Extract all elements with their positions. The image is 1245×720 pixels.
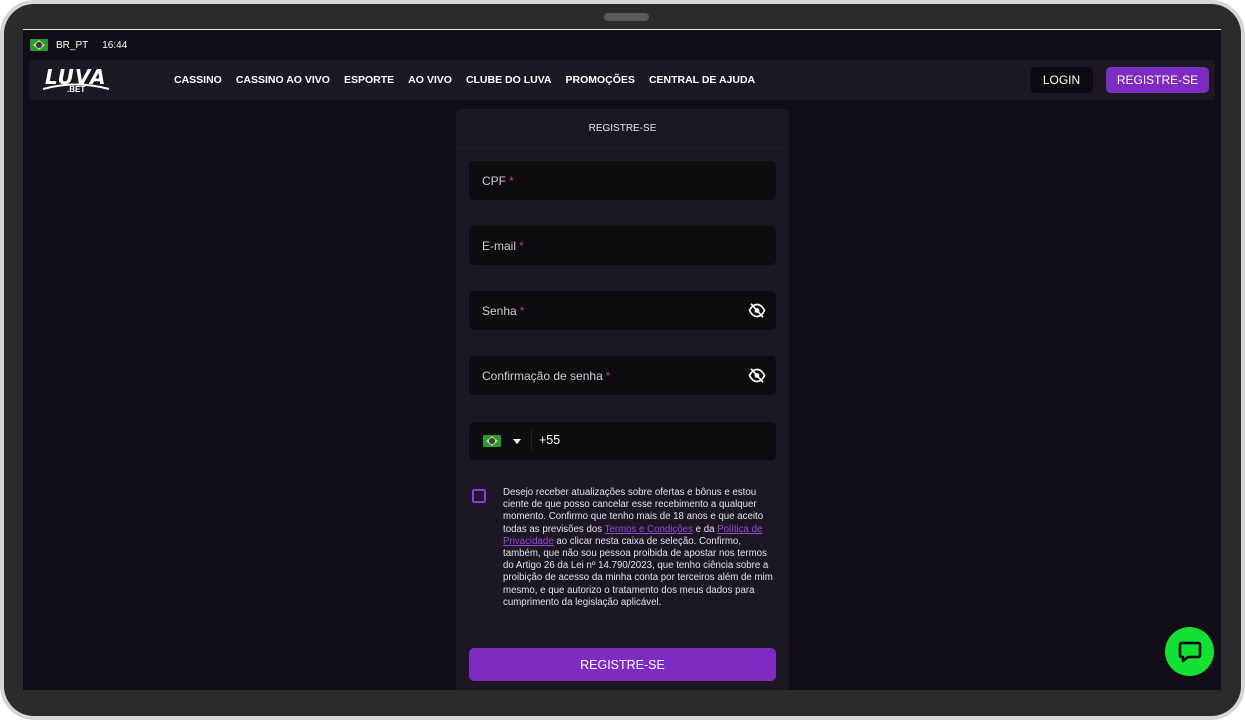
nav-link-central-de-ajuda[interactable]: CENTRAL DE AJUDA (649, 74, 755, 86)
chevron-down-icon[interactable] (513, 439, 521, 444)
consent-checkbox[interactable] (472, 489, 486, 503)
login-button[interactable]: LOGIN (1030, 67, 1093, 93)
chat-bubble-icon (1178, 641, 1201, 662)
nav-link-esporte[interactable]: ESPORTE (344, 74, 394, 86)
submit-register-button[interactable]: REGISTRE-SE (469, 648, 776, 681)
brazil-flag-icon (30, 39, 48, 51)
luva-bet-logo[interactable]: LUVA .BET (41, 64, 113, 96)
phone-divider (531, 430, 532, 452)
nav-link-clube-do-luva[interactable]: CLUBE DO LUVA (466, 74, 552, 86)
chat-button[interactable] (1165, 627, 1214, 676)
nav-link-promocoes[interactable]: PROMOÇÕES (566, 74, 635, 86)
status-bar: BR_PT 16:44 (23, 30, 1221, 60)
clock: 16:44 (102, 39, 128, 51)
confirm-password-label: Confirmação de senha (482, 368, 603, 383)
terms-link[interactable]: Termos e Condições (605, 524, 693, 535)
email-field[interactable]: E-mail * (469, 226, 776, 265)
eye-off-icon[interactable] (748, 302, 766, 319)
registration-card: REGISTRE-SE CPF * E-mail * Senha * Confi (456, 109, 789, 690)
required-mark: * (519, 238, 524, 253)
password-field[interactable]: Senha * (469, 291, 776, 330)
nav-links: CASSINO CASSINO AO VIVO ESPORTE AO VIVO … (174, 60, 769, 100)
device-frame: BR_PT 16:44 LUVA .BET CASSINO CASSINO AO… (0, 0, 1245, 720)
device-notch (604, 13, 649, 21)
registration-title: REGISTRE-SE (456, 109, 789, 149)
top-navbar: LUVA .BET CASSINO CASSINO AO VIVO ESPORT… (29, 60, 1215, 100)
confirm-password-field[interactable]: Confirmação de senha * (469, 356, 776, 395)
cpf-label: CPF (482, 173, 506, 188)
email-label: E-mail (482, 238, 517, 253)
nav-link-ao-vivo[interactable]: AO VIVO (408, 74, 452, 86)
required-mark: * (509, 173, 514, 188)
consent-text-part-2: e da (692, 523, 718, 535)
phone-country-code: +55 (539, 433, 561, 447)
screen: BR_PT 16:44 LUVA .BET CASSINO CASSINO AO… (23, 29, 1221, 690)
nav-link-cassino-ao-vivo[interactable]: CASSINO AO VIVO (236, 74, 330, 86)
phone-field[interactable]: +55 (469, 422, 776, 460)
required-mark: * (605, 368, 611, 383)
register-button[interactable]: REGISTRE-SE (1106, 67, 1209, 93)
eye-off-icon[interactable] (748, 367, 766, 384)
required-mark: * (519, 303, 525, 318)
consent-text: Desejo receber atualizações sobre oferta… (503, 487, 775, 609)
locale-label: BR_PT (56, 39, 89, 51)
logo-subtext: .BET (67, 85, 86, 94)
brazil-flag-icon[interactable] (483, 435, 501, 447)
nav-link-cassino[interactable]: CASSINO (174, 74, 222, 86)
password-label: Senha (482, 303, 517, 318)
cpf-field[interactable]: CPF * (469, 161, 776, 200)
